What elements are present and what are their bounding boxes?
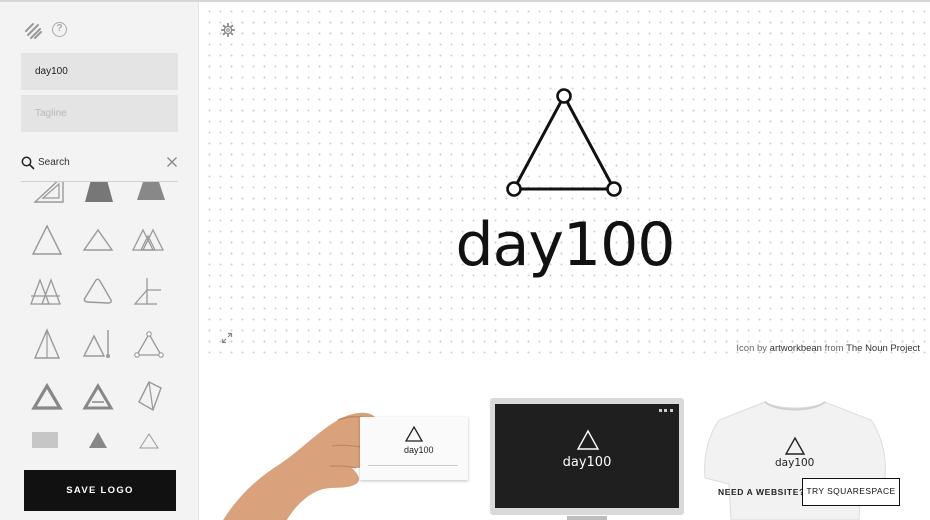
screen-dots — [659, 409, 673, 412]
credit-author-link[interactable]: artworkbean — [770, 343, 822, 354]
save-logo-button[interactable]: SAVE LOGO — [24, 470, 176, 511]
desktop-screen: day100 — [495, 404, 679, 508]
search-icon — [21, 156, 35, 170]
logo-triangle-nodes-icon[interactable] — [502, 86, 626, 200]
credit-from: from — [824, 343, 844, 354]
overlapping-triangles-icon[interactable] — [131, 222, 167, 258]
small-solid-triangle-icon[interactable] — [80, 426, 116, 454]
triangle-outline-wide-icon[interactable] — [80, 222, 116, 258]
mockup-previews: day100 day100 day100 NEED A WEBSITE? TRY… — [200, 360, 930, 520]
logo-name-input[interactable]: day100 — [21, 53, 178, 90]
close-icon[interactable] — [166, 156, 178, 168]
business-card-mockup: day100 — [360, 417, 468, 480]
rounded-triangle-icon[interactable] — [80, 274, 116, 310]
credit-source-link[interactable]: The Noun Project — [846, 343, 920, 354]
solid-triangle-icon[interactable] — [133, 182, 169, 206]
triangle-outline-icon[interactable] — [29, 222, 65, 258]
bold-triangle-alt-icon[interactable] — [80, 378, 116, 414]
triangle-nodes-icon[interactable] — [131, 326, 167, 362]
shirt-logo-text: day100 — [775, 457, 815, 469]
expand-icon[interactable] — [221, 332, 233, 344]
barcode-triangle-icon[interactable] — [29, 426, 65, 454]
sidebar: ? day100 Tagline Search SAVE LOGO — [0, 2, 199, 520]
monitor-stand — [567, 516, 607, 520]
credit-prefix: Icon by — [736, 343, 768, 354]
screen-logo-text: day100 — [562, 455, 612, 470]
triangle-measure-icon[interactable] — [80, 326, 116, 362]
icon-results-grid — [21, 182, 178, 454]
screen-logo-icon — [576, 429, 600, 450]
squarespace-logo-icon[interactable] — [23, 22, 43, 40]
split-triangle-icon[interactable] — [29, 326, 65, 362]
logo-text[interactable]: day100 — [400, 210, 730, 280]
triangle-ruler-icon[interactable] — [31, 182, 67, 206]
gear-icon[interactable] — [221, 23, 235, 37]
triangular-prism-icon[interactable] — [131, 378, 167, 414]
help-icon[interactable]: ? — [52, 22, 67, 37]
search-input[interactable]: Search — [38, 157, 70, 168]
try-squarespace-button[interactable]: TRY SQUARESPACE — [802, 478, 900, 506]
tagline-input[interactable]: Tagline — [21, 95, 178, 132]
thin-triangle-icon[interactable] — [131, 426, 167, 454]
card-logo-text: day100 — [404, 445, 434, 455]
logo-canvas[interactable]: day100 Icon by artworkbean from The Noun… — [200, 2, 930, 360]
solid-trapezoid-icon[interactable] — [81, 182, 117, 206]
triangle-corner-icon[interactable] — [131, 274, 167, 310]
desktop-mockup: day100 — [490, 398, 684, 515]
icon-credit: Icon by artworkbean from The Noun Projec… — [736, 343, 920, 354]
card-logo-icon — [404, 425, 424, 442]
card-detail-line — [368, 465, 458, 466]
stacked-triangles-icon[interactable] — [29, 274, 65, 310]
bold-triangle-icon[interactable] — [29, 378, 65, 414]
need-website-label: NEED A WEBSITE? — [718, 487, 805, 497]
icon-search[interactable]: Search — [21, 152, 178, 182]
